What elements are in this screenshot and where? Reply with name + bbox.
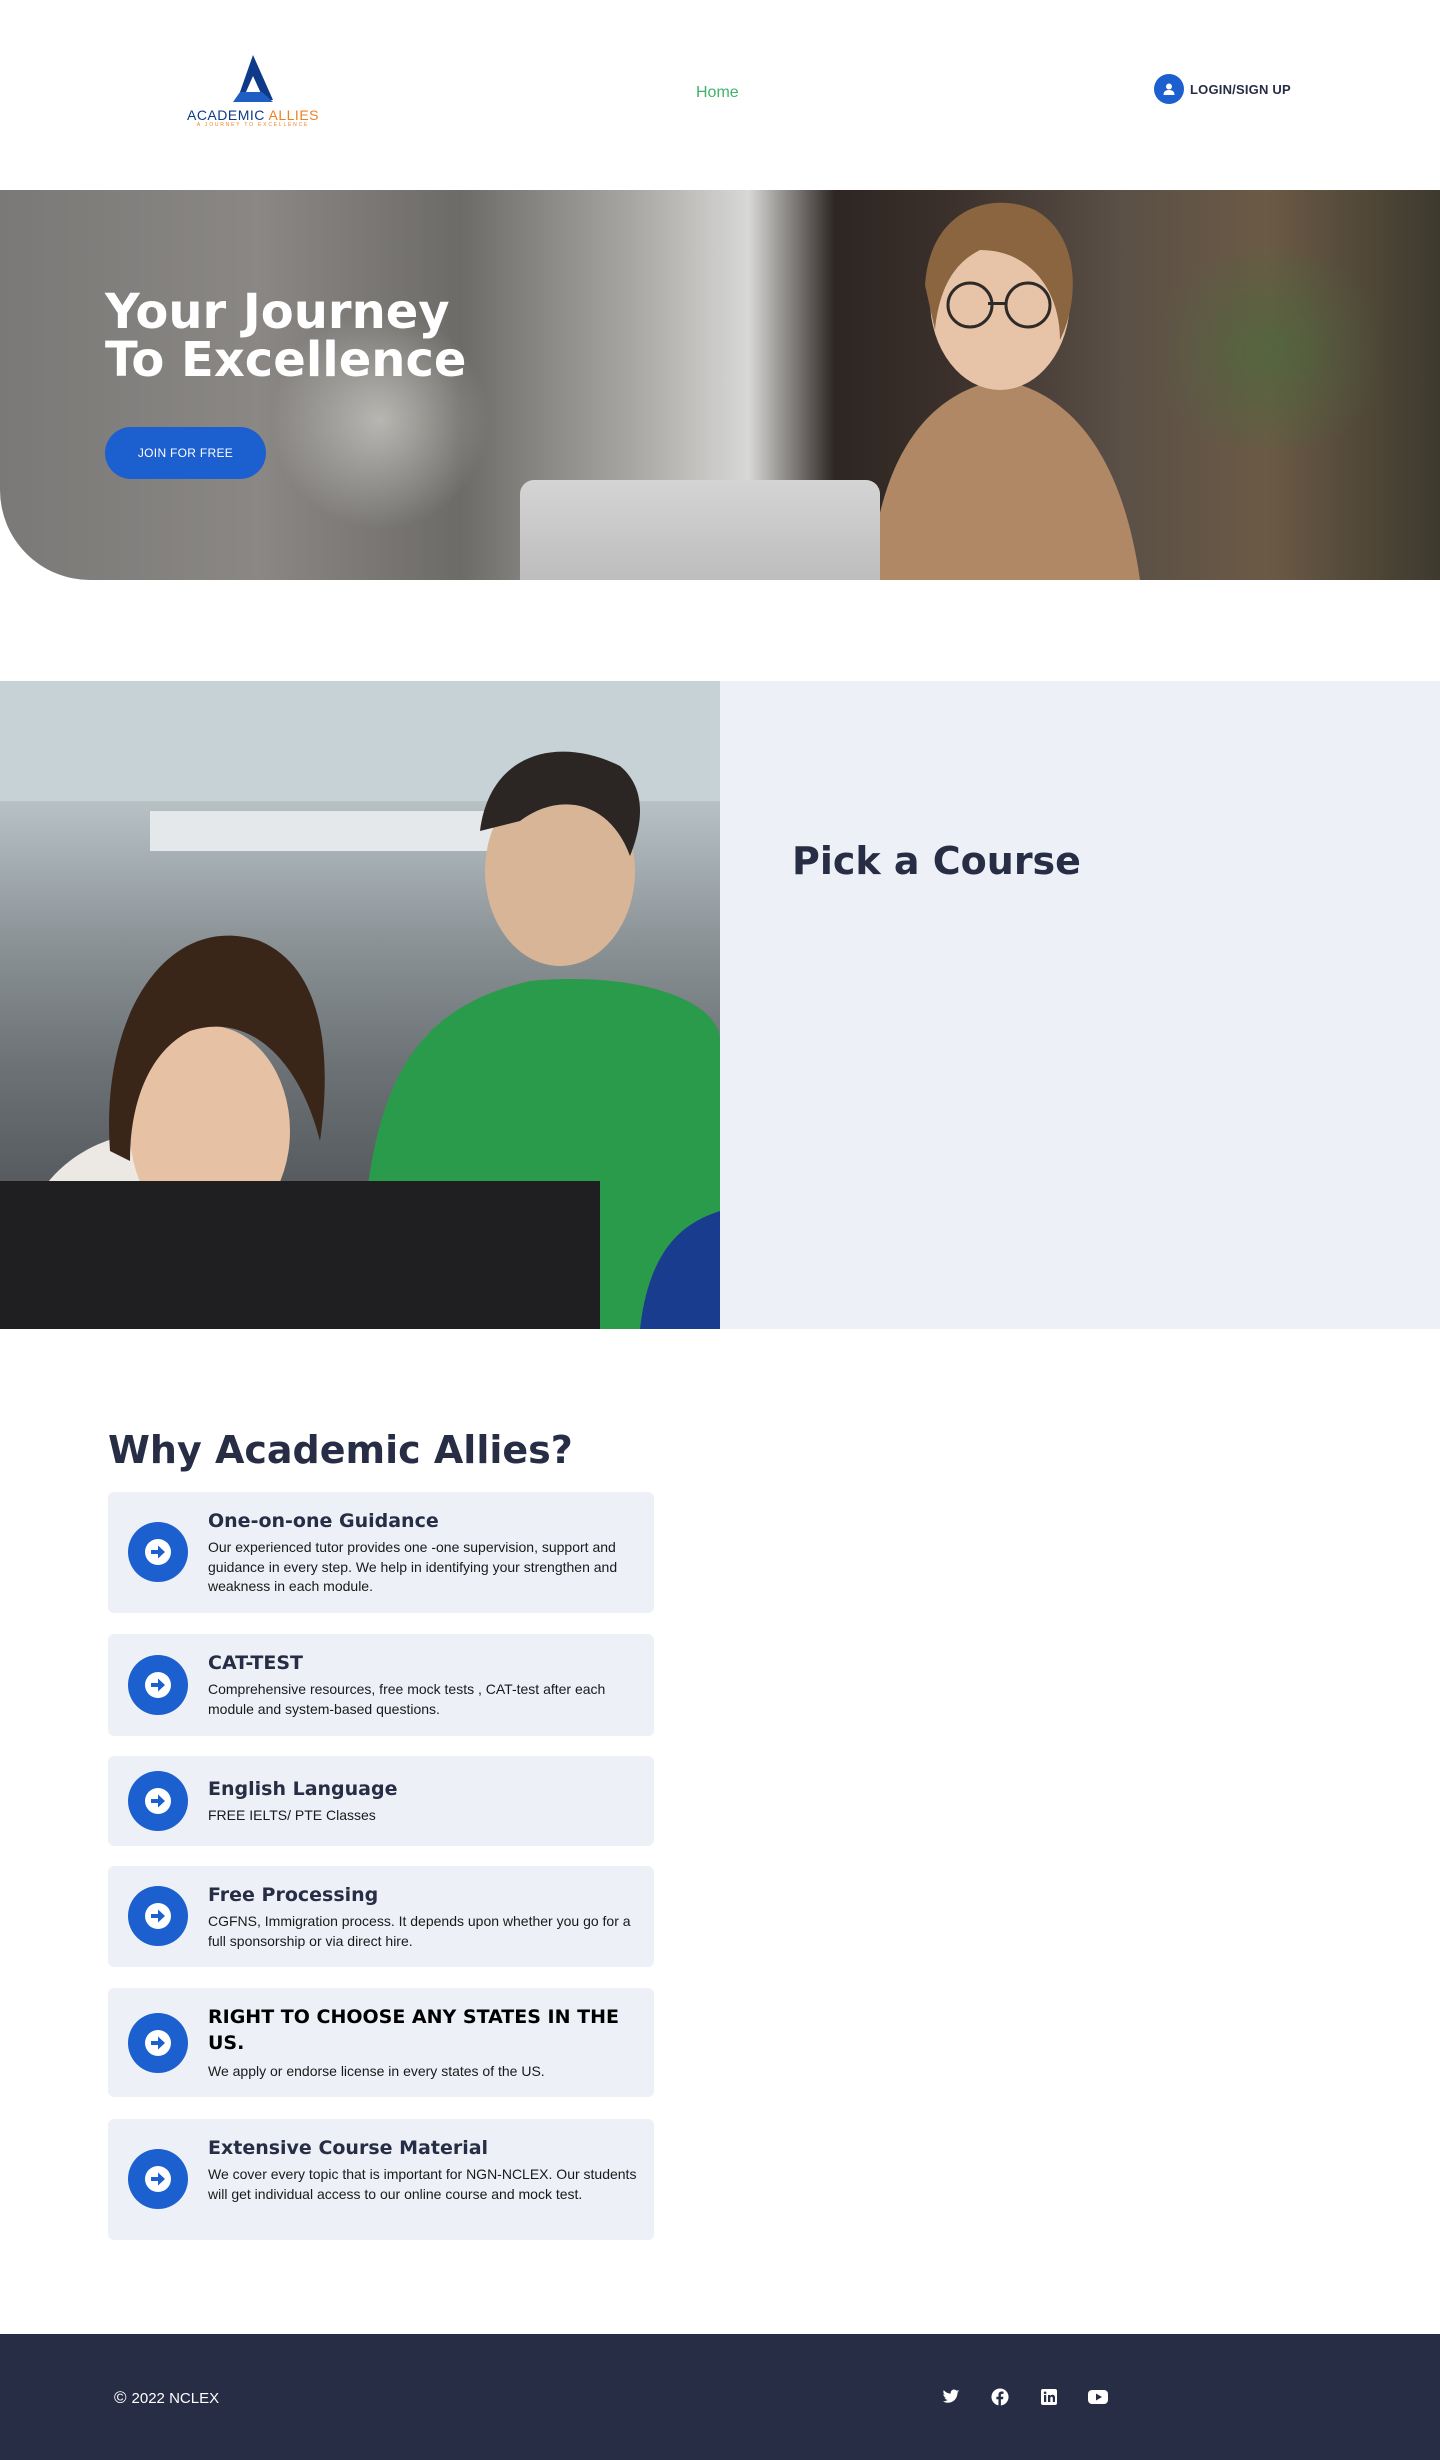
feature-title: Free Processing (208, 1884, 379, 1906)
feature-title: One-on-one Guidance (208, 1510, 439, 1532)
logo-mark-icon (233, 55, 273, 102)
arrow-right-circle-icon (128, 1771, 188, 1831)
feature-card-material: Extensive Course Material We cover every… (108, 2119, 654, 2240)
site-footer: © 2022 NCLEX (0, 2334, 1440, 2460)
arrow-right-circle-icon (128, 1886, 188, 1946)
arrow-right-circle-icon (128, 2149, 188, 2209)
user-icon (1154, 74, 1184, 104)
feature-title: CAT-TEST (208, 1652, 304, 1674)
hero-laptop-image (520, 480, 880, 580)
feature-description: CGFNS, Immigration process. It depends u… (208, 1913, 631, 1949)
why-section-title: Why Academic Allies? (108, 1428, 573, 1472)
hero-banner: Your Journey To Excellence JOIN FOR FREE (0, 190, 1440, 580)
hero-title: Your Journey To Excellence (105, 284, 467, 388)
copyright-text: 2022 NCLEX (131, 2389, 220, 2407)
feature-card-states: RIGHT TO CHOOSE ANY STATES IN THE US. We… (108, 1988, 654, 2097)
nav-home-link[interactable]: Home (696, 84, 739, 102)
feature-description: FREE IELTS/ PTE Classes (208, 1807, 376, 1823)
pick-course-panel: Pick a Course (720, 681, 1440, 1329)
feature-description: Comprehensive resources, free mock tests… (208, 1681, 606, 1717)
feature-card-processing: Free Processing CGFNS, Immigration proce… (108, 1866, 654, 1967)
join-for-free-button[interactable]: JOIN FOR FREE (105, 427, 266, 479)
feature-card-guidance: One-on-one Guidance Our experienced tuto… (108, 1492, 654, 1613)
youtube-icon[interactable] (1087, 2386, 1109, 2408)
arrow-right-circle-icon (128, 1522, 188, 1582)
login-signup-label: LOGIN/SIGN UP (1190, 81, 1291, 97)
copyright: © 2022 NCLEX (114, 2388, 219, 2408)
twitter-icon[interactable] (940, 2386, 962, 2408)
feature-title: Extensive Course Material (208, 2137, 489, 2159)
feature-description: Our experienced tutor provides one -one … (208, 1539, 618, 1594)
feature-card-cat-test: CAT-TEST Comprehensive resources, free m… (108, 1634, 654, 1736)
students-at-computer-image (0, 681, 720, 1329)
pick-course-title: Pick a Course (792, 839, 1081, 883)
feature-title: English Language (208, 1778, 398, 1800)
feature-title: RIGHT TO CHOOSE ANY STATES IN THE US. (208, 2006, 619, 2054)
feature-description: We apply or endorse license in every sta… (208, 2063, 545, 2079)
login-signup-button[interactable]: LOGIN/SIGN UP (1154, 74, 1291, 104)
academic-allies-logo[interactable]: ACADEMIC ALLIES A JOURNEY TO EXCELLENCE (178, 52, 328, 132)
linkedin-icon[interactable] (1038, 2386, 1060, 2408)
logo-tagline: A JOURNEY TO EXCELLENCE (196, 122, 310, 128)
feature-card-english: English Language FREE IELTS/ PTE Classes (108, 1756, 654, 1846)
feature-description: We cover every topic that is important f… (208, 2166, 637, 2202)
copyright-icon: © (114, 2388, 127, 2407)
course-photo (0, 681, 720, 1329)
arrow-right-circle-icon (128, 1655, 188, 1715)
arrow-right-circle-icon (128, 2013, 188, 2073)
site-header: ACADEMIC ALLIES A JOURNEY TO EXCELLENCE … (0, 0, 1440, 190)
facebook-icon[interactable] (989, 2386, 1011, 2408)
logo-wordmark: ACADEMIC ALLIES (186, 107, 319, 123)
